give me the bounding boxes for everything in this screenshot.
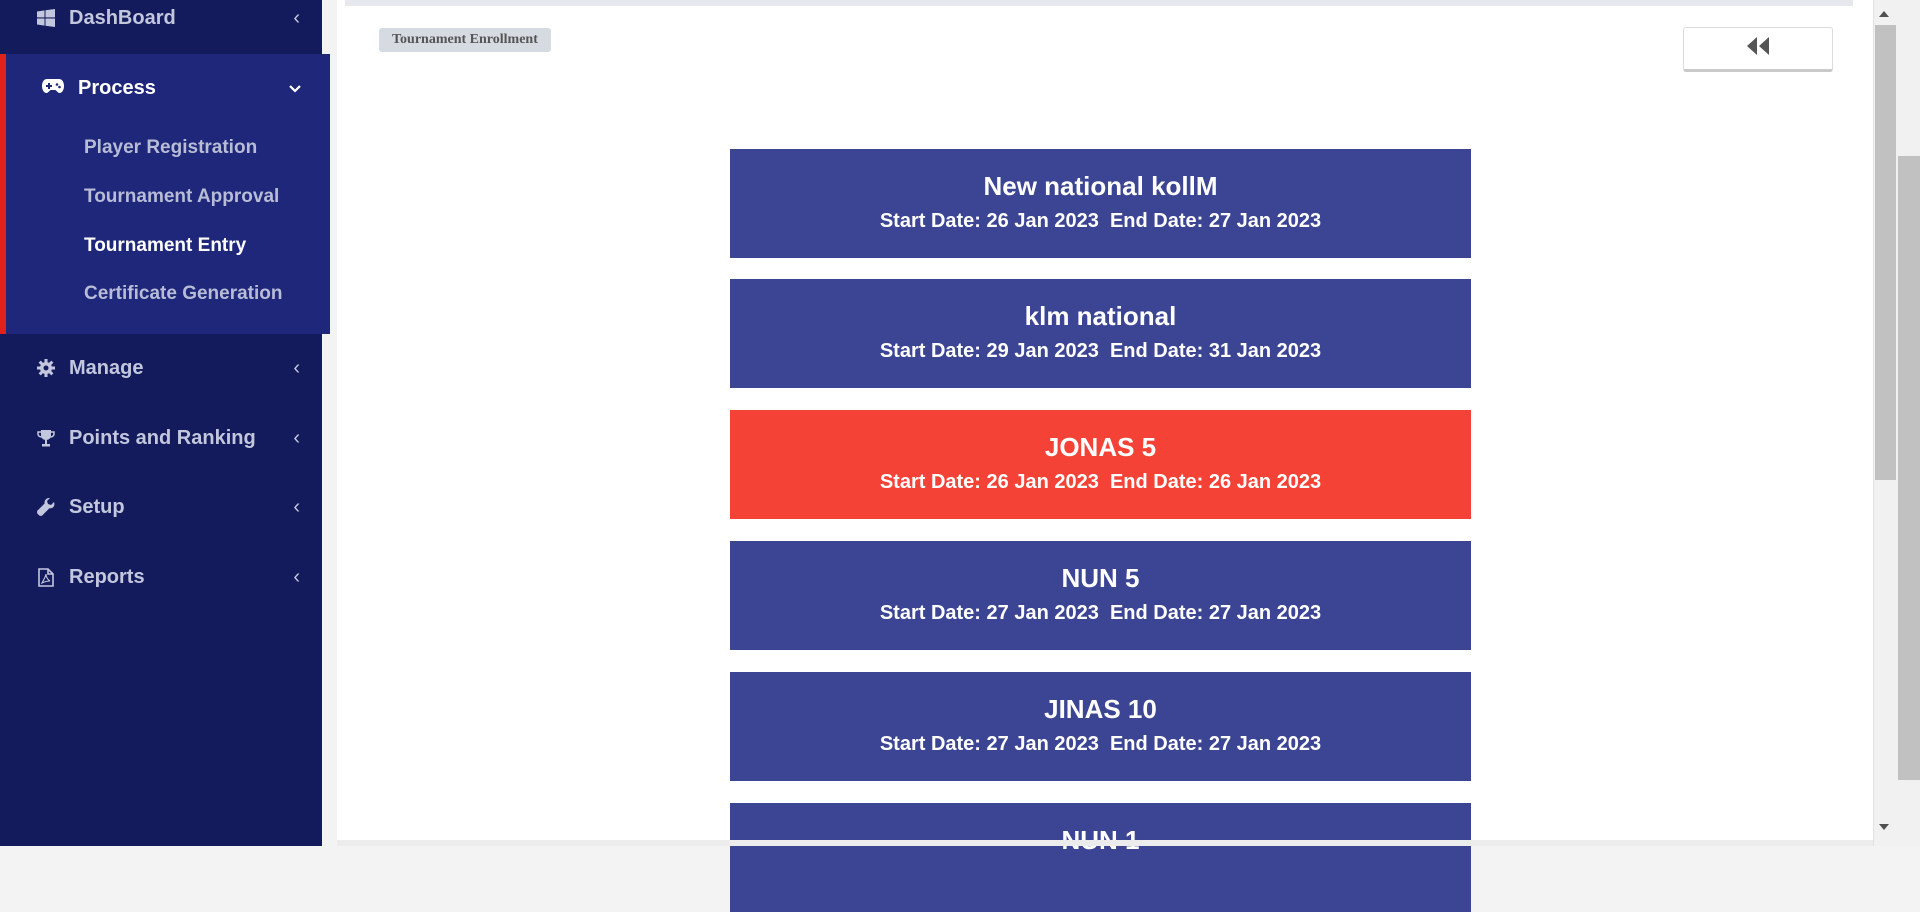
tournament-dates: Start Date: 26 Jan 2023 End Date: 26 Jan… xyxy=(879,471,1322,493)
chevron-down-icon xyxy=(288,78,302,99)
tournament-card[interactable]: NUN 1 xyxy=(730,803,1471,912)
tournament-dates: Start Date: 26 Jan 2023 End Date: 27 Jan… xyxy=(879,210,1322,232)
sidebar-subitem-certificate-generation[interactable]: Certificate Generation xyxy=(84,283,283,305)
sidebar-item-label: Setup xyxy=(69,495,125,518)
sidebar: DashBoard ‹ Process Player Registration … xyxy=(0,0,330,846)
tournament-name: New national kollM xyxy=(983,171,1218,201)
chevron-left-icon: ‹ xyxy=(293,6,300,29)
gear-icon xyxy=(36,358,56,378)
tournament-dates: Start Date: 27 Jan 2023 End Date: 27 Jan… xyxy=(879,602,1322,624)
tournament-card[interactable]: NUN 5 Start Date: 27 Jan 2023 End Date: … xyxy=(730,541,1471,650)
chevron-left-icon: ‹ xyxy=(293,356,300,379)
wrench-icon xyxy=(36,497,56,517)
trophy-icon xyxy=(36,428,56,448)
scroll-down-arrow-icon[interactable] xyxy=(1873,818,1895,836)
scrollbar-track xyxy=(1873,0,1874,846)
scroll-up-arrow-icon[interactable] xyxy=(1873,4,1895,22)
sidebar-item-label: Manage xyxy=(69,356,144,379)
sidebar-item-process[interactable]: Process xyxy=(6,68,330,108)
pdf-file-icon xyxy=(36,567,56,587)
tournament-name: JONAS 5 xyxy=(1044,432,1157,462)
process-section: Process Player Registration Tournament A… xyxy=(0,54,330,334)
tournament-name: JINAS 10 xyxy=(1044,694,1157,724)
page-scrollbar[interactable] xyxy=(1873,0,1920,846)
sidebar-item-label: Process xyxy=(78,76,156,99)
tournament-dates: Start Date: 29 Jan 2023 End Date: 31 Jan… xyxy=(879,340,1322,362)
tournament-card[interactable]: JONAS 5 Start Date: 26 Jan 2023 End Date… xyxy=(730,410,1471,519)
sidebar-subitem-player-registration[interactable]: Player Registration xyxy=(84,137,257,159)
windows-icon xyxy=(36,8,56,28)
tournament-card[interactable]: JINAS 10 Start Date: 27 Jan 2023 End Dat… xyxy=(730,672,1471,781)
chevron-left-icon: ‹ xyxy=(293,565,300,588)
sidebar-item-manage[interactable]: Manage ‹ xyxy=(0,348,322,388)
tournament-card[interactable]: New national kollM Start Date: 26 Jan 20… xyxy=(730,149,1471,258)
tournament-name: NUN 5 xyxy=(1061,563,1140,593)
sidebar-subitem-tournament-approval[interactable]: Tournament Approval xyxy=(84,186,279,208)
scrollbar-thumb[interactable] xyxy=(1875,25,1896,480)
breadcrumb: Tournament Enrollment xyxy=(379,28,551,52)
back-button[interactable] xyxy=(1683,27,1833,72)
tournament-name: klm national xyxy=(1024,301,1177,331)
gamepad-icon xyxy=(42,77,64,100)
sidebar-item-label: Reports xyxy=(69,565,145,588)
sidebar-item-setup[interactable]: Setup ‹ xyxy=(0,487,322,527)
bottom-divider xyxy=(337,840,1873,846)
sidebar-item-label: Points and Ranking xyxy=(69,426,256,449)
tournament-dates: Start Date: 27 Jan 2023 End Date: 27 Jan… xyxy=(879,733,1322,755)
sidebar-item-points-and-ranking[interactable]: Points and Ranking ‹ xyxy=(0,418,322,458)
double-chevron-left-icon xyxy=(1746,36,1770,61)
sidebar-item-reports[interactable]: Reports ‹ xyxy=(0,557,322,597)
sidebar-subitem-tournament-entry[interactable]: Tournament Entry xyxy=(84,235,246,257)
chevron-left-icon: ‹ xyxy=(293,495,300,518)
top-divider xyxy=(345,0,1853,6)
chevron-left-icon: ‹ xyxy=(293,426,300,449)
outer-scrollbar-thumb[interactable] xyxy=(1898,156,1920,780)
tournament-card[interactable]: klm national Start Date: 29 Jan 2023 End… xyxy=(730,279,1471,388)
sidebar-item-label: DashBoard xyxy=(69,6,176,29)
sidebar-item-dashboard[interactable]: DashBoard ‹ xyxy=(0,0,322,38)
main-content: Tournament Enrollment New national kollM… xyxy=(337,0,1873,912)
